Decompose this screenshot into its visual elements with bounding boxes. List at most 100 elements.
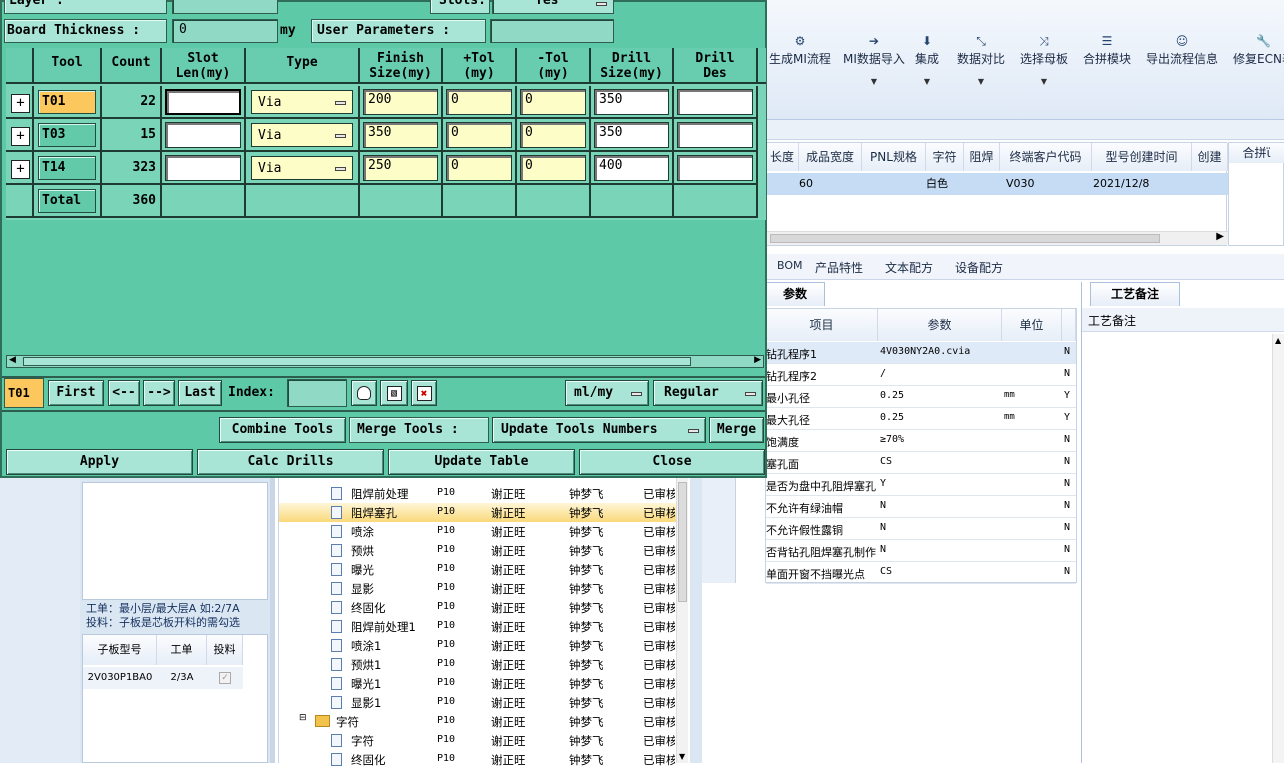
drill-size-input[interactable]: 400 (594, 155, 669, 181)
tab-process-notes[interactable]: 工艺备注 (1090, 282, 1180, 306)
grid-header[interactable]: 参数 (878, 309, 1002, 341)
param-value[interactable]: N (880, 544, 1000, 555)
tool-button[interactable]: T01 (38, 90, 96, 114)
finish-size-input[interactable]: 200 (363, 89, 438, 115)
drill-des-input[interactable] (677, 155, 753, 181)
slot-len-input[interactable] (165, 89, 241, 115)
drill-size-input[interactable]: 350 (594, 89, 669, 115)
tree-item[interactable]: 预烘 P10 谢正旺 钟梦飞 已审核 (279, 541, 679, 560)
slots-select[interactable]: Yes (492, 0, 614, 14)
expand-icon[interactable]: + (11, 127, 30, 146)
edit-button[interactable]: ▧ (380, 380, 408, 406)
chevron-down-icon[interactable]: ▼ (1020, 77, 1068, 86)
tool-cell[interactable]: T14 (34, 152, 102, 185)
tree-item[interactable]: ⊟ 字符 P10 谢正旺 钟梦飞 已审核 (279, 712, 679, 731)
plus-tol-cell[interactable]: 0 (443, 119, 517, 152)
tree-item[interactable]: 喷涂 P10 谢正旺 钟梦飞 已审核 (279, 522, 679, 541)
grid-header[interactable]: PNL规格 (862, 143, 926, 171)
chevron-down-icon[interactable]: ▼ (957, 77, 1005, 86)
arrow-left-icon[interactable]: ◀ (9, 355, 16, 365)
table-row[interactable]: 不允许有绿油帽 N N (766, 496, 1076, 518)
calc-drills-button[interactable]: Calc Drills (197, 449, 384, 475)
tool-cell[interactable]: T03 (34, 119, 102, 152)
splitter[interactable] (690, 478, 702, 763)
drill-des-input[interactable] (677, 122, 753, 148)
mode-select[interactable]: Regular (653, 380, 763, 406)
table-row[interactable]: 钻孔程序1 4V030NY2A0.cvia N (766, 342, 1076, 364)
vertical-scrollbar[interactable]: ▲ (1272, 334, 1284, 763)
type-select[interactable]: Via (251, 90, 353, 114)
tree-item[interactable]: 曝光1 P10 谢正旺 钟梦飞 已审核 (279, 674, 679, 693)
minus-tol-cell[interactable]: 0 (517, 152, 591, 185)
minus-tol-cell[interactable]: 0 (517, 119, 591, 152)
type-cell[interactable]: Via (246, 119, 360, 152)
grid-header[interactable]: 终端客户代码 (1000, 143, 1092, 171)
grid-cell[interactable]: 2/3A (157, 667, 207, 689)
drill-des-cell[interactable] (674, 119, 758, 152)
type-select[interactable]: Via (251, 156, 353, 180)
plus-tol-input[interactable]: 0 (446, 155, 512, 181)
finish-size-cell[interactable]: 200 (360, 86, 443, 119)
param-value[interactable]: / (880, 368, 1000, 379)
grid-header[interactable]: 阻焊 (964, 143, 1000, 171)
table-row[interactable]: 最大孔径 0.25 mm Y (766, 408, 1076, 430)
grid-header[interactable]: 型号创建时间 (1092, 143, 1192, 171)
horizontal-scrollbar[interactable]: ◀ ▶ (6, 355, 764, 368)
tab-parameters[interactable]: 参数 (765, 282, 825, 306)
grid-header[interactable]: 合拼ϊ (1229, 143, 1284, 163)
minus-tol-input[interactable]: 0 (520, 155, 586, 181)
delete-button[interactable]: ✖ (411, 380, 437, 406)
expand-cell[interactable]: + (6, 86, 34, 119)
table-row[interactable]: 塞孔面 CS N (766, 452, 1076, 474)
slot-len-input[interactable] (165, 122, 241, 148)
slot-len-cell[interactable] (162, 119, 246, 152)
tool-button[interactable]: T14 (38, 156, 96, 180)
scroll-thumb[interactable] (23, 357, 691, 366)
chevron-down-icon[interactable] (596, 2, 607, 6)
table-row[interactable]: 单面开窗不挡曝光点 CS N (766, 562, 1076, 584)
tree-item[interactable]: 显影 P10 谢正旺 钟梦飞 已审核 (279, 579, 679, 598)
table-row[interactable]: 饱满度 ≥70% N (766, 430, 1076, 452)
plus-tol-cell[interactable]: 0 (443, 86, 517, 119)
drill-des-input[interactable] (677, 89, 753, 115)
type-cell[interactable]: Via (246, 152, 360, 185)
slot-len-cell[interactable] (162, 152, 246, 185)
last-button[interactable]: Last (178, 380, 222, 406)
grid-header[interactable]: 投料 (207, 635, 243, 665)
arrow-up-icon[interactable]: ▲ (1275, 336, 1281, 345)
table-row[interactable]: 是否背钻孔阻焊塞孔制作 N N (766, 540, 1076, 562)
update-tools-numbers-select[interactable]: Update Tools Numbers (492, 417, 706, 443)
expand-icon[interactable]: + (11, 160, 30, 179)
grid-header[interactable]: 创建 (1192, 143, 1228, 171)
tool-button[interactable]: T03 (38, 123, 96, 147)
next-button[interactable]: --> (143, 380, 175, 406)
table-row[interactable]: 是否为盘中孔阻焊塞孔 Y N (766, 474, 1076, 496)
layer-field[interactable] (172, 0, 278, 14)
grid-header[interactable]: 子板型号 (83, 635, 157, 665)
toolbar-fix-ecn[interactable]: 🔧 修复ECN表 (1233, 34, 1284, 67)
grid-header[interactable]: 项目 (766, 309, 878, 341)
table-row[interactable]: 钻孔程序2 / N (766, 364, 1076, 386)
vertical-scrollbar[interactable]: ▼ (676, 478, 688, 763)
table-row[interactable]: 最小孔径 0.25 mm Y (766, 386, 1076, 408)
chevron-down-icon[interactable] (335, 134, 346, 138)
grid-cell[interactable]: 2V030P1BA0 (83, 667, 157, 689)
drill-size-cell[interactable]: 350 (591, 119, 674, 152)
slot-len-cell[interactable] (162, 86, 246, 119)
units-select[interactable]: ml/my (565, 380, 649, 406)
splitter[interactable] (270, 478, 275, 763)
toolbar-mi-data-import[interactable]: ➔ MI数据导入 ▼ (843, 34, 905, 86)
arrow-right-icon[interactable]: ▶ (754, 355, 761, 365)
toolbar-export-flow-info[interactable]: ☺ 导出流程信息 (1146, 34, 1218, 67)
tree-item[interactable]: 终固化 P10 谢正旺 钟梦飞 已审核 (279, 598, 679, 617)
tab-text-recipe[interactable]: 文本配方 (885, 259, 933, 276)
arrow-down-icon[interactable]: ▼ (679, 752, 685, 761)
param-value[interactable]: ≥70% (880, 434, 1000, 445)
plus-tol-cell[interactable]: 0 (443, 152, 517, 185)
tab-equipment-recipe[interactable]: 设备配方 (955, 259, 1003, 276)
grid-header[interactable]: 字符 (926, 143, 964, 171)
tree-item[interactable]: 曝光 P10 谢正旺 钟梦飞 已审核 (279, 560, 679, 579)
toolbar-merge-module[interactable]: ☰ 合拼模块 (1083, 34, 1131, 67)
merge-button[interactable]: Merge (709, 417, 764, 443)
slot-len-input[interactable] (165, 155, 241, 181)
